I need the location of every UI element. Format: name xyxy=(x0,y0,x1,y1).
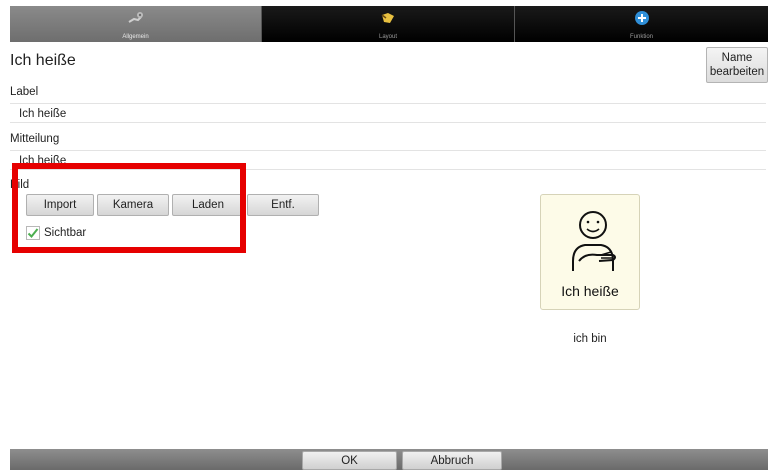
label-caption: Label xyxy=(10,86,39,98)
tab-layout[interactable]: Layout xyxy=(262,6,515,42)
message-caption: Mitteilung xyxy=(10,133,60,145)
edit-name-label-line1: Name xyxy=(721,52,753,64)
ok-button[interactable]: OK xyxy=(302,451,397,470)
tab-label: Layout xyxy=(378,34,397,40)
label-input[interactable]: Ich heiße xyxy=(10,103,766,123)
layout-icon xyxy=(381,13,394,23)
person-symbol-icon xyxy=(572,211,616,271)
page-title: Ich heiße xyxy=(10,52,76,69)
tab-label: Funktion xyxy=(629,34,653,40)
tab-allgemein[interactable]: Allgemein xyxy=(10,6,262,42)
symbol-message: ich bin xyxy=(573,333,607,345)
tab-label: Allgemein xyxy=(122,34,149,40)
cancel-button[interactable]: Abbruch xyxy=(402,451,502,470)
tab-funktion[interactable]: Funktion xyxy=(515,6,768,42)
settings-hand-icon xyxy=(127,12,143,23)
edit-name-button[interactable]: Name bearbeiten xyxy=(706,47,768,83)
highlight-box xyxy=(12,163,246,253)
plus-circle-icon xyxy=(634,11,649,25)
symbol-preview-card[interactable]: Ich heiße xyxy=(540,194,640,310)
edit-name-label-line2: bearbeiten xyxy=(709,66,765,78)
delete-button[interactable]: Entf. xyxy=(247,194,319,216)
tab-bar: Allgemein Layout Funktion xyxy=(10,6,768,42)
symbol-label: Ich heiße xyxy=(561,283,619,299)
